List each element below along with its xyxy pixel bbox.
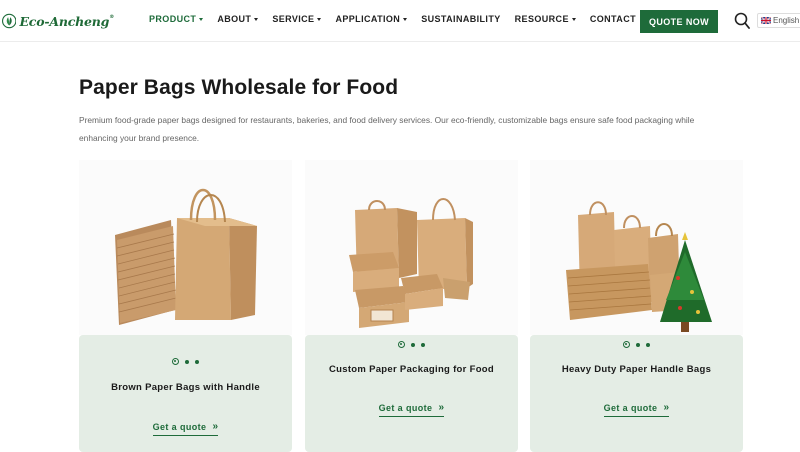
chevron-down-icon bbox=[199, 17, 204, 21]
product-card-title[interactable]: Heavy Duty Paper Handle Bags bbox=[530, 364, 743, 375]
nav-item-resource[interactable]: RESOURCE bbox=[515, 14, 576, 24]
product-card-panel: Heavy Duty Paper Handle Bags Get a quote… bbox=[530, 335, 743, 452]
get-a-quote-link[interactable]: Get a quote» bbox=[530, 403, 743, 417]
chevron-down-icon bbox=[254, 17, 259, 21]
language-selector[interactable]: English bbox=[757, 13, 800, 28]
chevron-down-icon bbox=[403, 17, 408, 21]
page-title: Paper Bags Wholesale for Food bbox=[79, 76, 399, 99]
double-chevron-right-icon: » bbox=[212, 421, 219, 432]
brand-logo[interactable]: Eco-Ancheng® bbox=[2, 6, 114, 36]
carousel-dot[interactable] bbox=[195, 359, 199, 364]
product-card-title[interactable]: Custom Paper Packaging for Food bbox=[305, 364, 518, 375]
product-card[interactable]: Brown Paper Bags with Handle Get a quote… bbox=[79, 160, 292, 452]
nav-item-sustainability[interactable]: SUSTAINABILITY bbox=[421, 14, 500, 24]
product-image[interactable] bbox=[530, 160, 743, 335]
carousel-dot[interactable] bbox=[421, 342, 425, 347]
carousel-dot[interactable] bbox=[636, 342, 640, 347]
nav-item-service[interactable]: SERVICE bbox=[272, 14, 322, 24]
carousel-dot-active[interactable] bbox=[623, 341, 630, 348]
brand-name: Eco-Ancheng® bbox=[19, 13, 114, 29]
carousel-dots bbox=[530, 341, 743, 348]
product-card[interactable]: Heavy Duty Paper Handle Bags Get a quote… bbox=[530, 160, 743, 452]
nav-item-application[interactable]: APPLICATION bbox=[335, 14, 408, 24]
double-chevron-right-icon: » bbox=[663, 402, 670, 413]
quote-now-button[interactable]: QUOTE NOW bbox=[640, 10, 718, 33]
food-packaging-set-image bbox=[349, 198, 473, 328]
get-a-quote-link[interactable]: Get a quote» bbox=[305, 403, 518, 417]
page-description: Premium food-grade paper bags designed f… bbox=[79, 115, 695, 143]
product-card-title[interactable]: Brown Paper Bags with Handle bbox=[79, 382, 292, 393]
carousel-dots bbox=[305, 341, 518, 348]
nav-item-about[interactable]: ABOUT bbox=[217, 14, 259, 24]
carousel-dot-active[interactable] bbox=[398, 341, 405, 348]
leaf-logo-icon bbox=[2, 13, 17, 29]
carousel-dots bbox=[79, 358, 292, 365]
chevron-down-icon bbox=[317, 17, 322, 21]
chevron-down-icon bbox=[571, 17, 576, 21]
product-image[interactable] bbox=[305, 160, 518, 335]
product-card[interactable]: Custom Paper Packaging for Food Get a qu… bbox=[305, 160, 518, 452]
handle-bags-christmas-tree-image bbox=[566, 201, 712, 332]
carousel-dot[interactable] bbox=[185, 359, 189, 364]
carousel-dot-active[interactable] bbox=[172, 358, 179, 365]
product-image[interactable] bbox=[79, 160, 292, 335]
kraft-bag-stack-image bbox=[115, 188, 257, 325]
carousel-dot[interactable] bbox=[646, 342, 650, 347]
nav-item-contact[interactable]: CONTACT bbox=[590, 14, 636, 24]
double-chevron-right-icon: » bbox=[438, 402, 445, 413]
main-nav: PRODUCT ABOUT SERVICE APPLICATION SUSTAI… bbox=[149, 14, 650, 24]
nav-item-product[interactable]: PRODUCT bbox=[149, 14, 204, 24]
product-card-panel: Brown Paper Bags with Handle Get a quote… bbox=[79, 335, 292, 452]
search-icon[interactable] bbox=[734, 12, 750, 30]
language-label: English bbox=[773, 16, 800, 25]
uk-flag-icon bbox=[761, 17, 771, 24]
carousel-dot[interactable] bbox=[411, 342, 415, 347]
product-card-panel: Custom Paper Packaging for Food Get a qu… bbox=[305, 335, 518, 452]
site-header: Eco-Ancheng® PRODUCT ABOUT SERVICE APPLI… bbox=[0, 0, 800, 42]
get-a-quote-link[interactable]: Get a quote» bbox=[79, 422, 292, 436]
